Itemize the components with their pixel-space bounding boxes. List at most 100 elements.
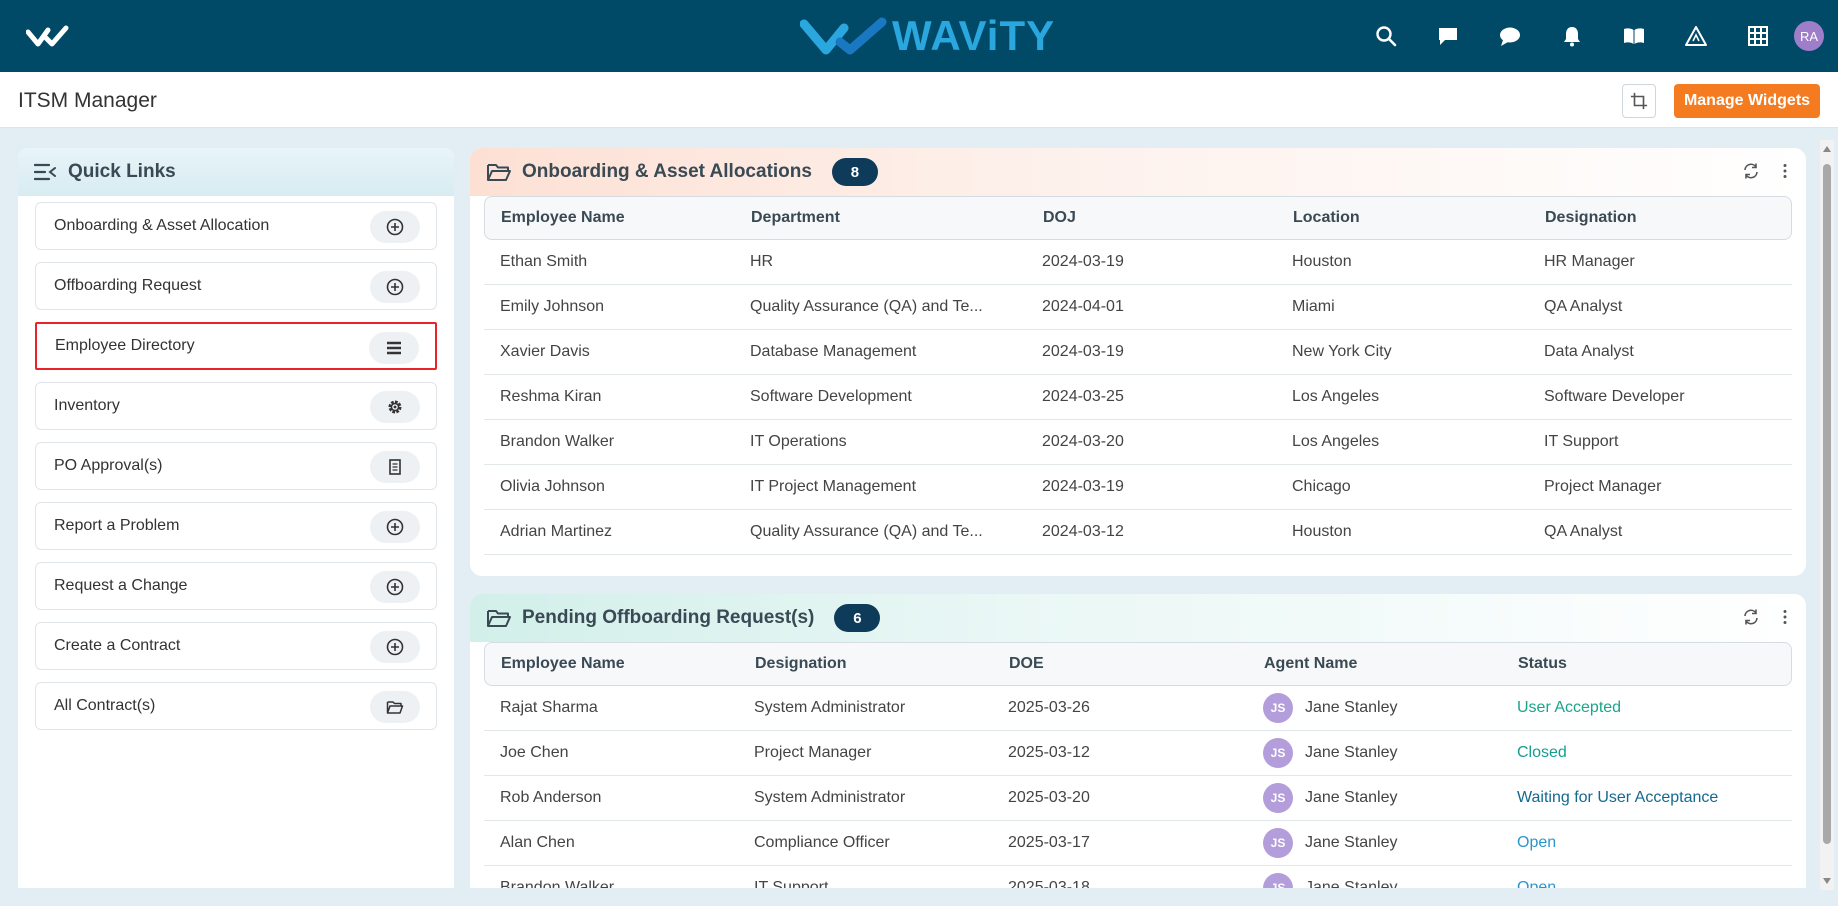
table-row[interactable]: Brandon Walker IT Support 2025-03-18 JS … xyxy=(484,866,1792,888)
scrollbar-thumb[interactable] xyxy=(1823,164,1831,844)
location-cell: New York City xyxy=(1292,343,1392,360)
employee-name-cell: Joe Chen xyxy=(500,744,569,761)
column-header[interactable]: Location xyxy=(1277,209,1529,227)
table-row[interactable]: Alan Chen Compliance Officer 2025-03-17 … xyxy=(484,821,1792,866)
count-badge: 6 xyxy=(834,604,881,632)
quick-link-po-approvals[interactable]: PO Approval(s) xyxy=(35,442,437,490)
agent-cell: JS Jane Stanley xyxy=(1247,783,1501,813)
quick-link-inventory[interactable]: Inventory xyxy=(35,382,437,430)
crop-button[interactable] xyxy=(1622,84,1656,118)
doj-cell: 2024-03-19 xyxy=(1042,253,1124,270)
column-header[interactable]: Status xyxy=(1502,655,1782,673)
employee-name-cell: Ethan Smith xyxy=(500,253,588,270)
status-cell[interactable]: Closed xyxy=(1501,744,1781,762)
collapse-menu-icon[interactable] xyxy=(34,163,56,181)
chat-bubble-icon[interactable] xyxy=(1490,16,1530,56)
column-header[interactable]: DOJ xyxy=(1027,209,1277,227)
quick-link-create-contract[interactable]: Create a Contract xyxy=(35,622,437,670)
page-scrollbar[interactable] xyxy=(1820,140,1834,890)
quick-link-onboarding[interactable]: Onboarding & Asset Allocation xyxy=(35,202,437,250)
offboarding-widget: Pending Offboarding Request(s) 6 Employe… xyxy=(470,594,1806,888)
column-header[interactable]: Designation xyxy=(739,655,993,673)
designation-cell: QA Analyst xyxy=(1544,298,1623,315)
refresh-icon[interactable] xyxy=(1742,162,1760,180)
employee-name-cell: Brandon Walker xyxy=(500,433,615,450)
add-offboarding-button[interactable] xyxy=(370,271,420,303)
quick-link-label: Report a Problem xyxy=(54,517,180,534)
designation-cell: IT Support xyxy=(754,879,829,888)
refresh-icon[interactable] xyxy=(1742,608,1760,626)
search-icon[interactable] xyxy=(1366,16,1406,56)
manage-widgets-button[interactable]: Manage Widgets xyxy=(1674,84,1820,118)
create-contract-button[interactable] xyxy=(370,631,420,663)
designation-cell: System Administrator xyxy=(754,699,906,716)
location-cell: Miami xyxy=(1292,298,1335,315)
column-header[interactable]: Agent Name xyxy=(1248,655,1502,673)
table-row[interactable]: Reshma Kiran Software Development 2024-0… xyxy=(484,375,1792,420)
quick-link-label: All Contract(s) xyxy=(54,697,156,714)
column-header[interactable]: Designation xyxy=(1529,209,1779,227)
scroll-up-arrow-icon[interactable] xyxy=(1823,146,1831,152)
department-cell: Software Development xyxy=(750,388,912,405)
doj-cell: 2024-04-01 xyxy=(1042,298,1124,315)
folder-open-icon xyxy=(487,610,511,627)
designation-cell: Project Manager xyxy=(754,744,872,761)
add-onboarding-button[interactable] xyxy=(370,211,420,243)
scroll-down-arrow-icon[interactable] xyxy=(1823,878,1831,884)
status-cell[interactable]: User Accepted xyxy=(1501,699,1781,717)
more-options-icon[interactable] xyxy=(1776,608,1794,626)
home-logo-icon[interactable] xyxy=(26,24,72,48)
table-row[interactable]: Olivia Johnson IT Project Management 202… xyxy=(484,465,1792,510)
book-icon[interactable] xyxy=(1614,16,1654,56)
plus-circle-icon xyxy=(386,278,404,296)
quick-link-employee-directory[interactable]: Employee Directory xyxy=(35,322,437,370)
po-approvals-button[interactable] xyxy=(370,451,420,483)
plus-circle-icon xyxy=(386,578,404,596)
chat-square-icon[interactable] xyxy=(1428,16,1468,56)
offboarding-widget-header: Pending Offboarding Request(s) 6 xyxy=(470,594,1806,642)
agent-avatar: JS xyxy=(1263,693,1293,723)
table-row[interactable]: Ethan Smith HR 2024-03-19 Houston HR Man… xyxy=(484,240,1792,285)
table-row[interactable]: Rob Anderson System Administrator 2025-0… xyxy=(484,776,1792,821)
employee-name-cell: Rob Anderson xyxy=(500,789,602,806)
column-header[interactable]: Department xyxy=(735,209,1027,227)
department-cell: Quality Assurance (QA) and Te... xyxy=(750,523,983,540)
agent-avatar: JS xyxy=(1263,738,1293,768)
quick-links-panel: Quick Links Onboarding & Asset Allocatio… xyxy=(18,148,454,888)
plus-circle-icon xyxy=(386,638,404,656)
bell-icon[interactable] xyxy=(1552,16,1592,56)
all-contracts-button[interactable] xyxy=(370,691,420,723)
designation-cell: HR Manager xyxy=(1544,253,1635,270)
employee-directory-button[interactable] xyxy=(369,332,419,364)
page-header: ITSM Manager Manage Widgets xyxy=(0,72,1838,128)
table-row[interactable]: Brandon Walker IT Operations 2024-03-20 … xyxy=(484,420,1792,465)
brand-mark-icon xyxy=(800,17,887,55)
column-header[interactable]: Employee Name xyxy=(485,209,735,227)
alert-triangle-icon[interactable] xyxy=(1676,16,1716,56)
quick-links-title: Quick Links xyxy=(68,161,176,182)
report-problem-button[interactable] xyxy=(370,511,420,543)
designation-cell: Compliance Officer xyxy=(754,834,890,851)
quick-link-offboarding[interactable]: Offboarding Request xyxy=(35,262,437,310)
table-row[interactable]: Rajat Sharma System Administrator 2025-0… xyxy=(484,686,1792,731)
status-cell[interactable]: Open xyxy=(1501,879,1781,888)
grid-icon[interactable] xyxy=(1738,16,1778,56)
table-row[interactable]: Adrian Martinez Quality Assurance (QA) a… xyxy=(484,510,1792,555)
plus-circle-icon xyxy=(386,518,404,536)
table-row[interactable]: Xavier Davis Database Management 2024-03… xyxy=(484,330,1792,375)
status-cell[interactable]: Open xyxy=(1501,834,1781,852)
inventory-button[interactable] xyxy=(370,391,420,423)
request-change-button[interactable] xyxy=(370,571,420,603)
quick-link-all-contracts[interactable]: All Contract(s) xyxy=(35,682,437,730)
more-options-icon[interactable] xyxy=(1776,162,1794,180)
column-header[interactable]: DOE xyxy=(993,655,1248,673)
quick-link-request-change[interactable]: Request a Change xyxy=(35,562,437,610)
user-avatar[interactable]: RA xyxy=(1794,21,1824,51)
status-cell[interactable]: Waiting for User Acceptance xyxy=(1501,789,1781,807)
location-cell: Los Angeles xyxy=(1292,433,1380,450)
brand-logo: WAViTY xyxy=(800,12,1055,59)
table-row[interactable]: Emily Johnson Quality Assurance (QA) and… xyxy=(484,285,1792,330)
quick-link-report-problem[interactable]: Report a Problem xyxy=(35,502,437,550)
table-row[interactable]: Joe Chen Project Manager 2025-03-12 JS J… xyxy=(484,731,1792,776)
column-header[interactable]: Employee Name xyxy=(485,655,739,673)
